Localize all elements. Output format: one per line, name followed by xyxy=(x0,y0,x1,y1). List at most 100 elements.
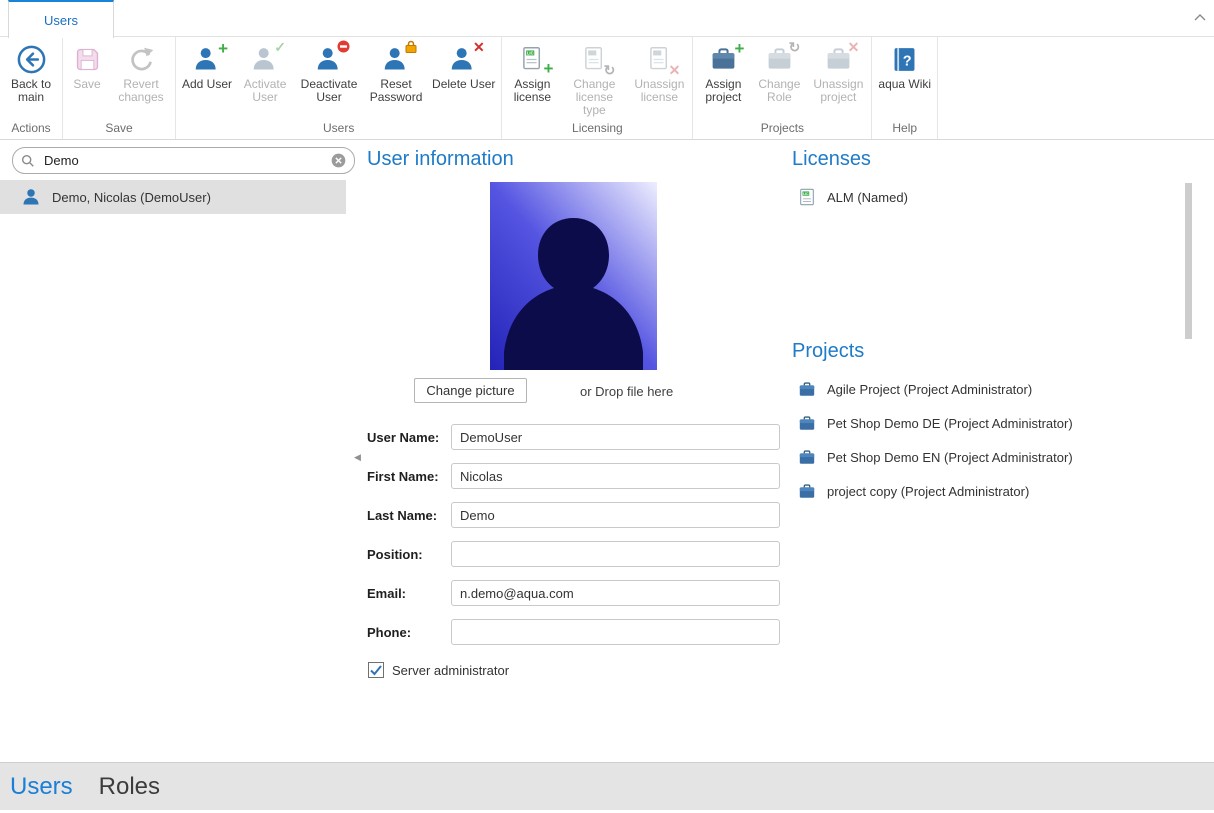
aqua-wiki-label: aqua Wiki xyxy=(878,78,931,91)
plus-badge-icon: + xyxy=(734,40,744,57)
ribbon-group-actions: Back to main Actions xyxy=(0,37,63,139)
search-input[interactable] xyxy=(42,152,324,169)
server-administrator-checkbox[interactable] xyxy=(368,662,384,678)
project-list-item[interactable]: Pet Shop Demo EN (Project Administrator) xyxy=(798,448,1073,466)
form-row-firstname: First Name: xyxy=(367,463,780,489)
change-license-type-button[interactable]: ↻ Change license type xyxy=(560,40,628,119)
search-icon xyxy=(21,154,35,168)
activate-user-icon: ✓ xyxy=(249,43,281,75)
revert-changes-button[interactable]: Revert changes xyxy=(109,40,173,106)
x-badge-icon: ✕ xyxy=(848,40,860,54)
clear-search-icon[interactable] xyxy=(331,153,346,168)
phone-label: Phone: xyxy=(367,625,451,640)
ribbon-group-users: + Add User ✓ Activate User xyxy=(176,37,502,139)
reset-password-button[interactable]: Reset Password xyxy=(364,40,428,106)
projects-title: Projects xyxy=(792,340,864,363)
briefcase-icon xyxy=(798,380,816,398)
phone-field[interactable] xyxy=(451,619,780,645)
form-row-email: Email: xyxy=(367,580,780,606)
ribbon-group-users-label: Users xyxy=(176,120,501,139)
project-list-item[interactable]: Agile Project (Project Administrator) xyxy=(798,380,1032,398)
change-license-type-label: Change license type xyxy=(564,78,624,117)
license-icon: LIC xyxy=(798,188,816,206)
delete-user-icon: ✕ xyxy=(448,43,480,75)
save-label: Save xyxy=(73,78,100,91)
change-picture-button[interactable]: Change picture xyxy=(414,378,527,403)
lock-badge-icon xyxy=(405,40,417,57)
firstname-field[interactable] xyxy=(451,463,780,489)
user-search-box xyxy=(12,147,355,174)
unassign-project-icon: ✕ xyxy=(822,43,854,75)
project-item-label: Agile Project (Project Administrator) xyxy=(827,382,1032,397)
briefcase-icon xyxy=(798,448,816,466)
svg-text:?: ? xyxy=(903,53,912,69)
unassign-license-button[interactable]: ✕ Unassign license xyxy=(628,40,690,106)
project-list-item[interactable]: Pet Shop Demo DE (Project Administrator) xyxy=(798,414,1073,432)
footer-bar: Users Roles xyxy=(0,762,1214,810)
check-badge-icon: ✓ xyxy=(274,40,286,54)
activate-user-label: Activate User xyxy=(240,78,290,104)
save-icon xyxy=(71,43,103,75)
license-list-item[interactable]: LIC ALM (Named) xyxy=(798,188,908,206)
briefcase-icon xyxy=(798,414,816,432)
username-label: User Name: xyxy=(367,430,451,445)
server-administrator-label: Server administrator xyxy=(392,663,509,678)
plus-badge-icon: + xyxy=(218,40,228,57)
unassign-project-button[interactable]: ✕ Unassign project xyxy=(807,40,869,106)
back-icon xyxy=(15,43,47,75)
footer-tab-roles[interactable]: Roles xyxy=(99,773,160,801)
add-user-label: Add User xyxy=(182,78,232,91)
ribbon-collapse-chevron-icon[interactable] xyxy=(1194,8,1206,26)
assign-license-button[interactable]: LIC + Assign license xyxy=(504,40,560,106)
user-list-item-label: Demo, Nicolas (DemoUser) xyxy=(52,190,211,205)
add-user-button[interactable]: + Add User xyxy=(178,40,236,93)
svg-text:LIC: LIC xyxy=(527,50,534,55)
ribbon-group-projects-label: Projects xyxy=(693,120,871,139)
vertical-scrollbar-thumb[interactable] xyxy=(1185,183,1192,339)
briefcase-icon xyxy=(798,482,816,500)
assign-license-icon: LIC + xyxy=(516,43,548,75)
lastname-field[interactable] xyxy=(451,502,780,528)
aqua-wiki-icon: ? xyxy=(889,43,921,75)
avatar xyxy=(490,182,657,370)
collapse-panel-arrow-icon[interactable]: ◀ xyxy=(354,452,361,463)
plus-badge-icon: + xyxy=(543,60,553,77)
deactivate-user-button[interactable]: Deactivate User xyxy=(294,40,364,106)
footer-tab-users[interactable]: Users xyxy=(10,773,73,801)
project-item-label: project copy (Project Administrator) xyxy=(827,484,1029,499)
svg-text:LIC: LIC xyxy=(803,192,809,196)
tab-users[interactable]: Users xyxy=(8,0,114,38)
delete-user-label: Delete User xyxy=(432,78,495,91)
back-to-main-label: Back to main xyxy=(6,78,56,104)
form-row-lastname: Last Name: xyxy=(367,502,780,528)
assign-license-label: Assign license xyxy=(508,78,556,104)
user-list-item[interactable]: Demo, Nicolas (DemoUser) xyxy=(0,180,346,214)
ribbon-group-help-label: Help xyxy=(872,120,937,139)
firstname-label: First Name: xyxy=(367,469,451,484)
position-label: Position: xyxy=(367,547,451,562)
user-information-title: User information xyxy=(367,148,514,171)
change-license-icon: ↻ xyxy=(578,43,610,75)
project-list-item[interactable]: project copy (Project Administrator) xyxy=(798,482,1029,500)
deactivate-user-icon xyxy=(313,43,345,75)
change-role-button[interactable]: ↻ Change Role xyxy=(751,40,807,106)
drop-file-hint: or Drop file here xyxy=(580,384,673,399)
unassign-project-label: Unassign project xyxy=(811,78,865,104)
back-to-main-button[interactable]: Back to main xyxy=(2,40,60,106)
form-row-username: User Name: xyxy=(367,424,780,450)
username-field[interactable] xyxy=(451,424,780,450)
activate-user-button[interactable]: ✓ Activate User xyxy=(236,40,294,106)
reset-password-icon xyxy=(380,43,412,75)
form-row-phone: Phone: xyxy=(367,619,780,645)
ribbon-group-projects: + Assign project ↻ Change Role xyxy=(693,37,872,139)
aqua-wiki-button[interactable]: ? aqua Wiki xyxy=(874,40,935,93)
position-field[interactable] xyxy=(451,541,780,567)
assign-project-button[interactable]: + Assign project xyxy=(695,40,751,106)
unassign-license-icon: ✕ xyxy=(643,43,675,75)
delete-user-button[interactable]: ✕ Delete User xyxy=(428,40,499,93)
email-field[interactable] xyxy=(451,580,780,606)
license-item-label: ALM (Named) xyxy=(827,190,908,205)
project-item-label: Pet Shop Demo DE (Project Administrator) xyxy=(827,416,1073,431)
lastname-label: Last Name: xyxy=(367,508,451,523)
save-button[interactable]: Save xyxy=(65,40,109,93)
